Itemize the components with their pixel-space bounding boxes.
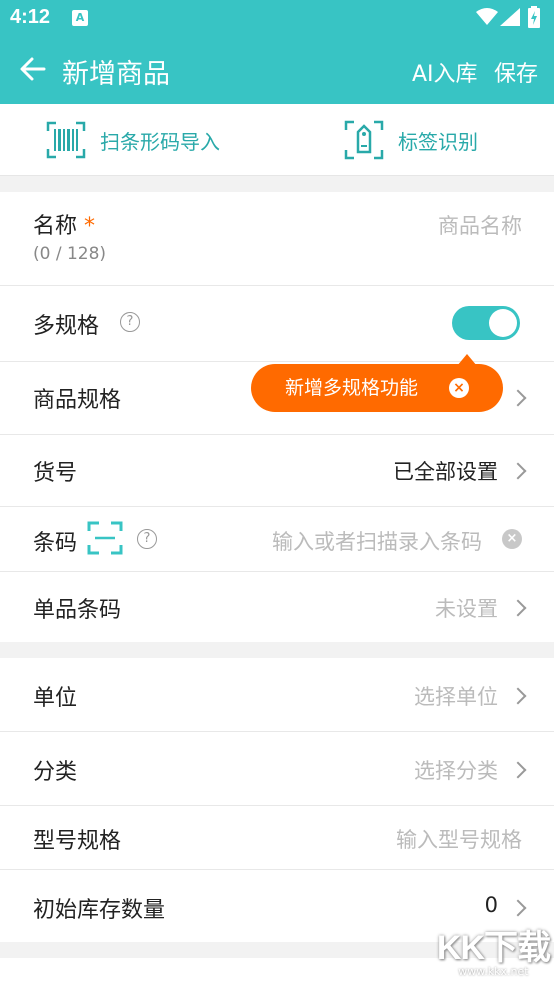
single-barcode-label: 单品条码 bbox=[33, 598, 122, 623]
toggle-knob bbox=[489, 309, 517, 337]
watermark: KK下载 www.kkx.net bbox=[436, 920, 551, 978]
single-barcode-value: 未设置 bbox=[435, 597, 498, 621]
name-row[interactable]: 名称 * (0 / 128) 商品名称 bbox=[0, 192, 554, 286]
product-spec-label: 商品规格 bbox=[33, 388, 122, 413]
chevron-right-icon bbox=[509, 761, 527, 779]
stock-label: 初始库存数量 bbox=[33, 898, 166, 923]
multi-spec-help-icon[interactable]: ? bbox=[120, 312, 140, 332]
sku-row[interactable]: 货号 已全部设置 bbox=[0, 435, 554, 507]
notification-icon: A bbox=[72, 10, 88, 26]
tag-scan-icon bbox=[344, 120, 384, 160]
category-value: 选择分类 bbox=[414, 759, 498, 783]
unit-value: 选择单位 bbox=[414, 685, 498, 709]
wifi-icon bbox=[476, 8, 498, 25]
barcode-label: 条码 bbox=[33, 531, 78, 556]
barcode-help-icon[interactable]: ? bbox=[137, 529, 157, 549]
barcode-scan-icon bbox=[46, 121, 86, 159]
single-barcode-row[interactable]: 单品条码 未设置 bbox=[0, 572, 554, 642]
tooltip-close-icon[interactable]: × bbox=[449, 378, 469, 398]
unit-label: 单位 bbox=[33, 686, 78, 711]
required-mark: * bbox=[84, 214, 96, 239]
tag-recognition-label: 标签识别 bbox=[398, 129, 478, 154]
category-label: 分类 bbox=[33, 760, 78, 785]
app-bar: 新增商品 AI入库 保存 bbox=[0, 36, 554, 104]
back-arrow-icon[interactable] bbox=[18, 54, 48, 84]
tag-recognition-button[interactable]: 标签识别 bbox=[344, 120, 478, 160]
tooltip-arrow bbox=[457, 354, 477, 366]
multi-spec-label: 多规格 bbox=[33, 314, 100, 339]
signal-icon bbox=[500, 8, 520, 26]
clear-barcode-icon[interactable]: × bbox=[502, 529, 522, 549]
watermark-text: KK下载 bbox=[436, 929, 551, 967]
name-char-counter: (0 / 128) bbox=[33, 244, 107, 264]
save-button[interactable]: 保存 bbox=[494, 56, 538, 88]
multi-spec-toggle[interactable] bbox=[452, 306, 520, 340]
ai-stock-button[interactable]: AI入库 bbox=[412, 56, 478, 88]
barcode-input[interactable]: 输入或者扫描录入条码 bbox=[272, 526, 482, 556]
chevron-right-icon bbox=[509, 389, 527, 407]
name-label-wrap: 名称 * bbox=[33, 208, 95, 240]
unit-row[interactable]: 单位 选择单位 bbox=[0, 658, 554, 732]
scan-frame-icon[interactable] bbox=[87, 521, 123, 555]
model-label: 型号规格 bbox=[33, 829, 122, 854]
category-row[interactable]: 分类 选择分类 bbox=[0, 732, 554, 806]
chevron-right-icon bbox=[509, 687, 527, 705]
stock-value: 0 bbox=[484, 893, 498, 917]
name-label: 名称 bbox=[33, 214, 78, 239]
quick-actions: 扫条形码导入 标签识别 bbox=[0, 104, 554, 176]
scan-barcode-import-button[interactable]: 扫条形码导入 bbox=[46, 120, 220, 160]
sku-label: 货号 bbox=[33, 461, 78, 486]
status-time: 4:12 bbox=[10, 6, 51, 28]
scan-barcode-import-label: 扫条形码导入 bbox=[100, 129, 220, 154]
chevron-right-icon bbox=[509, 599, 527, 617]
status-bar: 4:12 A bbox=[0, 0, 554, 36]
model-input[interactable]: 输入型号规格 bbox=[396, 824, 522, 854]
chevron-right-icon bbox=[509, 899, 527, 917]
barcode-row: 条码 ? 输入或者扫描录入条码 bbox=[0, 507, 554, 572]
sku-value: 已全部设置 bbox=[393, 460, 498, 484]
multi-spec-tooltip: 新增多规格功能 × bbox=[251, 354, 503, 412]
chevron-right-icon bbox=[509, 462, 527, 480]
name-input[interactable]: 商品名称 bbox=[438, 210, 522, 240]
tooltip-text: 新增多规格功能 bbox=[285, 377, 419, 399]
model-row[interactable]: 型号规格 输入型号规格 bbox=[0, 806, 554, 870]
page-title: 新增商品 bbox=[62, 59, 170, 90]
extra-info-section: 单位 选择单位 分类 选择分类 型号规格 输入型号规格 初始库存数量 0 bbox=[0, 658, 554, 942]
basic-info-section: 名称 * (0 / 128) 商品名称 多规格 ? 商品规格 货号 已全部设置 … bbox=[0, 192, 554, 642]
battery-icon bbox=[528, 6, 540, 28]
